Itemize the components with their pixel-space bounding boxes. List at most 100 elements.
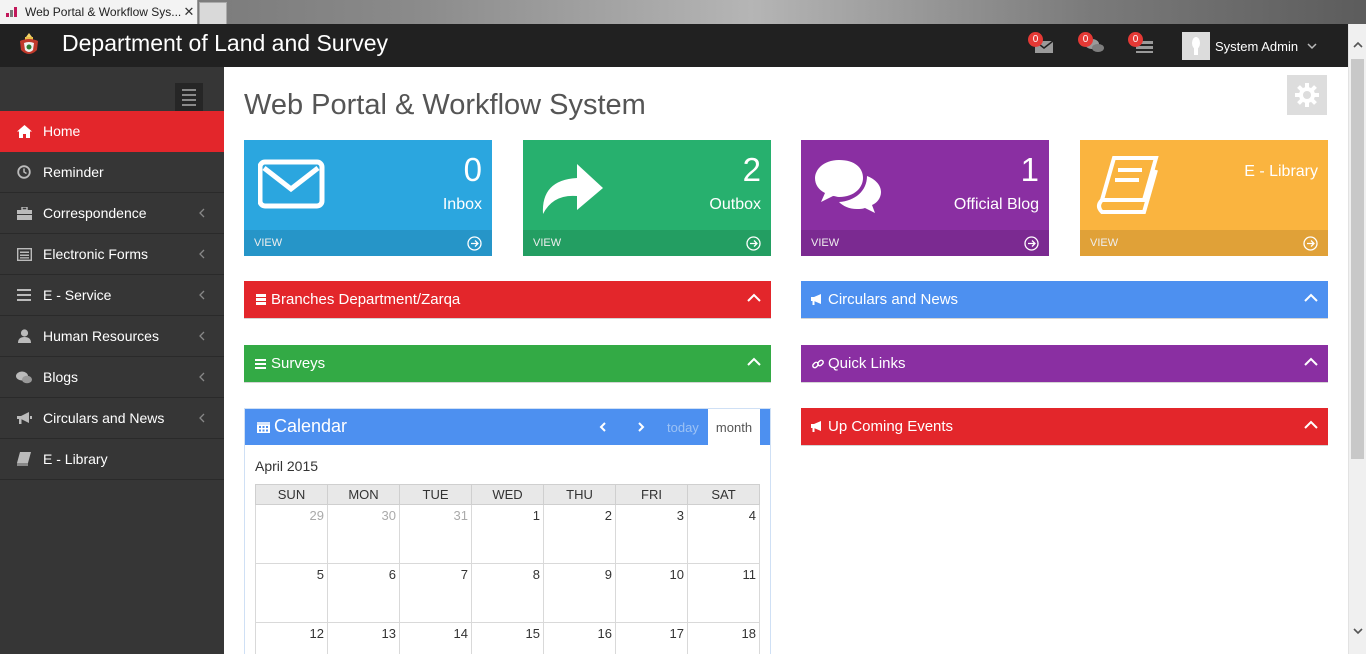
tile-e-library[interactable]: E - Library VIEW <box>1080 140 1328 256</box>
tile-label: Outbox <box>709 196 761 213</box>
calendar-day-cell[interactable]: 8 <box>471 563 544 623</box>
calendar-day-cell[interactable]: 15 <box>471 622 544 654</box>
panel-header[interactable]: Branches Department/Zarqa <box>244 281 771 318</box>
page-scrollbar[interactable] <box>1348 24 1366 654</box>
calendar-today-button[interactable]: today <box>667 420 699 435</box>
tile-view-label: VIEW <box>533 237 562 249</box>
weekday-header: WED <box>471 484 544 505</box>
tile-view-link[interactable]: VIEW <box>244 230 492 256</box>
sidebar-item-electronic-forms[interactable]: Electronic Forms <box>0 234 224 275</box>
calendar-title: Calendar <box>257 416 347 437</box>
calendar-week-row: 5 6 7 8 9 10 11 <box>255 563 760 623</box>
calendar-day-cell[interactable]: 30 <box>327 504 400 564</box>
sidebar-item-label: E - Service <box>43 287 112 303</box>
notification-messages[interactable]: 0 <box>1028 32 1055 54</box>
calendar-day-cell[interactable]: 5 <box>255 563 328 623</box>
panel-upcoming-events: Up Coming Events <box>801 408 1328 446</box>
sidebar-item-correspondence[interactable]: Correspondence <box>0 193 224 234</box>
tile-view-link[interactable]: VIEW <box>523 230 771 256</box>
calendar-day-cell[interactable]: 17 <box>615 622 688 654</box>
sidebar-item-e-service[interactable]: E - Service <box>0 275 224 316</box>
sidebar-item-circulars-and-news[interactable]: Circulars and News <box>0 398 224 439</box>
tile-view-link[interactable]: VIEW <box>1080 230 1328 256</box>
weekday-header: SAT <box>687 484 760 505</box>
weekday-header: MON <box>327 484 400 505</box>
calendar-day-cell[interactable]: 6 <box>327 563 400 623</box>
chevron-up-icon[interactable] <box>1304 357 1318 367</box>
calendar-day-cell[interactable]: 16 <box>543 622 616 654</box>
arrow-circle-right-icon <box>1303 236 1318 251</box>
calendar-day-cell[interactable]: 12 <box>255 622 328 654</box>
scroll-thumb[interactable] <box>1351 59 1364 459</box>
comments-icon <box>815 160 881 213</box>
comments-icon <box>16 369 32 385</box>
panel-header[interactable]: Quick Links <box>801 345 1328 382</box>
tile-view-link[interactable]: VIEW <box>801 230 1049 256</box>
clock-icon <box>16 164 32 180</box>
settings-button[interactable] <box>1287 75 1327 115</box>
sidebar-toggle-button[interactable] <box>175 83 203 111</box>
calendar-day-cell[interactable]: 31 <box>399 504 472 564</box>
chevron-left-icon <box>199 249 205 259</box>
sidebar-item-label: E - Library <box>43 451 108 467</box>
calendar-day-cell[interactable]: 3 <box>615 504 688 564</box>
briefcase-icon <box>16 205 32 221</box>
arrow-circle-right-icon <box>746 236 761 251</box>
weekday-header: THU <box>543 484 616 505</box>
panel-header[interactable]: Up Coming Events <box>801 408 1328 445</box>
chevron-down-icon <box>1307 43 1317 50</box>
calendar-day-cell[interactable]: 7 <box>399 563 472 623</box>
tile-official-blog[interactable]: 1 Official Blog VIEW <box>801 140 1049 256</box>
panel-branches: Branches Department/Zarqa <box>244 281 771 319</box>
sidebar-item-human-resources[interactable]: Human Resources <box>0 316 224 357</box>
calendar-day-cell[interactable]: 14 <box>399 622 472 654</box>
user-icon <box>16 328 32 344</box>
chevron-left-icon <box>199 413 205 423</box>
panel-header[interactable]: Surveys <box>244 345 771 382</box>
sidebar-item-home[interactable]: Home <box>0 111 224 152</box>
sidebar-item-e-library[interactable]: E - Library <box>0 439 224 480</box>
calendar-day-cell[interactable]: 1 <box>471 504 544 564</box>
scroll-down-icon[interactable] <box>1352 625 1364 637</box>
link-icon <box>811 357 824 370</box>
page-title: Web Portal & Workflow System <box>244 89 646 121</box>
close-icon[interactable]: ✕ <box>181 4 197 20</box>
arrow-circle-right-icon <box>1024 236 1039 251</box>
chevron-up-icon[interactable] <box>747 357 761 367</box>
calendar-day-cell[interactable]: 10 <box>615 563 688 623</box>
user-menu[interactable]: System Admin <box>1182 32 1317 60</box>
gear-icon <box>1295 83 1319 107</box>
scroll-up-icon[interactable] <box>1352 39 1364 51</box>
calendar-day-cell[interactable]: 29 <box>255 504 328 564</box>
notification-comments[interactable]: 0 <box>1078 32 1105 54</box>
user-silhouette-icon <box>1192 37 1200 55</box>
bullhorn-icon <box>811 420 824 433</box>
chevron-up-icon[interactable] <box>1304 420 1318 430</box>
calendar-day-cell[interactable]: 11 <box>687 563 760 623</box>
sidebar-item-blogs[interactable]: Blogs <box>0 357 224 398</box>
tile-inbox[interactable]: 0 Inbox VIEW <box>244 140 492 256</box>
sidebar-nav: Home Reminder Correspondence Electronic … <box>0 111 224 480</box>
calendar-day-cell[interactable]: 9 <box>543 563 616 623</box>
tile-outbox[interactable]: 2 Outbox VIEW <box>523 140 771 256</box>
chevron-right-icon[interactable] <box>635 421 647 433</box>
bars-icon <box>254 357 267 370</box>
new-tab-button[interactable] <box>199 2 227 24</box>
sidebar-item-reminder[interactable]: Reminder <box>0 152 224 193</box>
calendar-week-row: 12 13 14 15 16 17 18 <box>255 622 760 654</box>
panel-header[interactable]: Circulars and News <box>801 281 1328 318</box>
calendar-day-cell[interactable]: 13 <box>327 622 400 654</box>
sidebar: Home Reminder Correspondence Electronic … <box>0 67 224 654</box>
calendar-day-cell[interactable]: 4 <box>687 504 760 564</box>
panel-surveys: Surveys <box>244 345 771 383</box>
calendar-day-cell[interactable]: 2 <box>543 504 616 564</box>
chevron-up-icon[interactable] <box>747 293 761 303</box>
calendar-title-label: Calendar <box>274 416 348 436</box>
chevron-left-icon[interactable] <box>597 421 609 433</box>
chevron-up-icon[interactable] <box>1304 293 1318 303</box>
browser-tab[interactable]: Web Portal & Workflow Sys... ✕ <box>0 0 198 24</box>
site-title: Department of Land and Survey <box>62 30 389 56</box>
calendar-day-cell[interactable]: 18 <box>687 622 760 654</box>
calendar-month-button[interactable]: month <box>708 409 760 445</box>
notification-tasks[interactable]: 0 <box>1128 32 1155 54</box>
